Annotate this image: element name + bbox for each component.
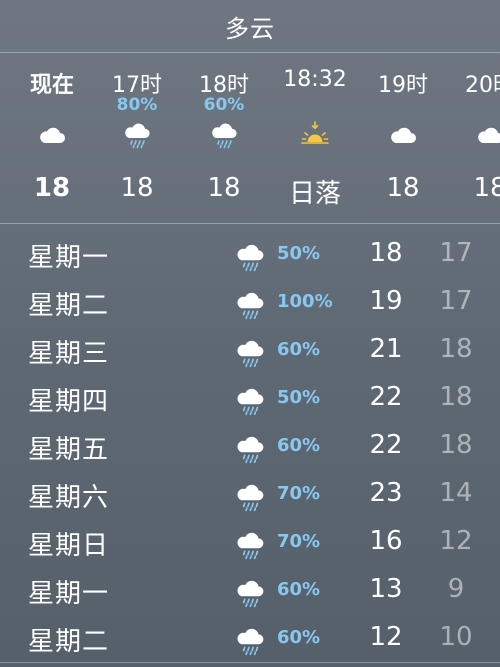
hourly-forecast[interactable]: 现在1817时80%1818时60%1818:32日落19时1820时18 xyxy=(0,53,500,223)
hour-label: 20时 xyxy=(465,73,500,98)
day-name: 星期日 xyxy=(28,531,110,561)
daily-row: 星期一 50% 18 17 xyxy=(0,232,500,280)
hourly-item: 17时 80% 18 xyxy=(87,53,187,223)
cloud-rain-icon xyxy=(233,432,267,466)
hour-temperature: 18 xyxy=(386,173,420,203)
daily-row: 星期二 100% 19 17 xyxy=(0,280,500,328)
day-name: 星期二 xyxy=(28,627,110,657)
precipitation-chance: 50% xyxy=(277,243,321,264)
cloud-icon xyxy=(474,119,500,151)
low-temperature: 18 xyxy=(439,334,473,364)
hour-label: 19时 xyxy=(378,73,428,98)
cloud-rain-icon xyxy=(208,119,240,151)
precipitation-chance: 60% xyxy=(203,95,245,115)
precipitation-chance: 60% xyxy=(277,435,321,456)
cloud-rain-icon xyxy=(233,288,267,322)
high-temperature: 22 xyxy=(369,382,403,412)
hour-temperature: 18 xyxy=(120,173,154,203)
cloud-rain-icon xyxy=(233,624,267,658)
current-condition: 多云 xyxy=(225,14,275,43)
hour-label: 18:32 xyxy=(283,67,347,92)
hourly-item: 18:32 日落 xyxy=(265,53,365,223)
day-name: 星期一 xyxy=(28,579,110,609)
cloud-rain-icon xyxy=(121,119,153,151)
low-temperature: 10 xyxy=(439,622,473,652)
daily-row: 星期一 60% 13 9 xyxy=(0,568,500,616)
precipitation-chance: 80% xyxy=(116,95,158,115)
cloud-rain-icon xyxy=(233,528,267,562)
cloud-rain-icon xyxy=(233,240,267,274)
cloud-rain-icon xyxy=(233,576,267,610)
day-name: 星期六 xyxy=(28,483,110,513)
low-temperature: 18 xyxy=(439,430,473,460)
hourly-item: 19时 18 xyxy=(353,53,453,223)
high-temperature: 19 xyxy=(369,286,403,316)
day-name: 星期四 xyxy=(28,387,110,417)
hourly-item: 18时 60% 18 xyxy=(174,53,274,223)
cloud-rain-icon xyxy=(233,384,267,418)
day-name: 星期三 xyxy=(28,339,110,369)
high-temperature: 22 xyxy=(369,430,403,460)
day-name: 星期五 xyxy=(28,435,110,465)
daily-row: 星期二 60% 12 10 xyxy=(0,616,500,664)
cloud-rain-icon xyxy=(233,336,267,370)
cloud-icon xyxy=(387,119,419,151)
hour-temperature: 日落 xyxy=(288,179,341,209)
precipitation-chance: 50% xyxy=(277,387,321,408)
sunset-icon xyxy=(299,119,331,151)
cloud-rain-icon xyxy=(233,480,267,514)
precipitation-chance: 60% xyxy=(277,579,321,600)
cloud-icon xyxy=(36,119,68,151)
day-name: 星期一 xyxy=(28,243,110,273)
hour-temperature: 18 xyxy=(207,173,241,203)
low-temperature: 12 xyxy=(439,526,473,556)
daily-row: 星期四 50% 22 18 xyxy=(0,376,500,424)
low-temperature: 17 xyxy=(439,238,473,268)
low-temperature: 9 xyxy=(447,574,465,604)
daily-forecast[interactable]: 星期一 50% 18 17 星期二 100% 19 17 星期三 60% 21 18 星期四 50% 22 1… xyxy=(0,232,500,664)
hourly-item: 20时 18 xyxy=(440,53,500,223)
daily-row: 星期六 70% 23 14 xyxy=(0,472,500,520)
high-temperature: 21 xyxy=(369,334,403,364)
high-temperature: 23 xyxy=(369,478,403,508)
low-temperature: 17 xyxy=(439,286,473,316)
divider xyxy=(0,662,500,663)
high-temperature: 16 xyxy=(369,526,403,556)
high-temperature: 13 xyxy=(369,574,403,604)
high-temperature: 12 xyxy=(369,622,403,652)
daily-row: 星期三 60% 21 18 xyxy=(0,328,500,376)
hour-temperature: 18 xyxy=(473,173,500,203)
low-temperature: 14 xyxy=(439,478,473,508)
high-temperature: 18 xyxy=(369,238,403,268)
daily-row: 星期日 70% 16 12 xyxy=(0,520,500,568)
precipitation-chance: 60% xyxy=(277,339,321,360)
precipitation-chance: 70% xyxy=(277,531,321,552)
daily-row: 星期五 60% 22 18 xyxy=(0,424,500,472)
precipitation-chance: 70% xyxy=(277,483,321,504)
low-temperature: 18 xyxy=(439,382,473,412)
divider xyxy=(0,223,500,224)
precipitation-chance: 100% xyxy=(277,291,333,312)
day-name: 星期二 xyxy=(28,291,110,321)
precipitation-chance: 60% xyxy=(277,627,321,648)
